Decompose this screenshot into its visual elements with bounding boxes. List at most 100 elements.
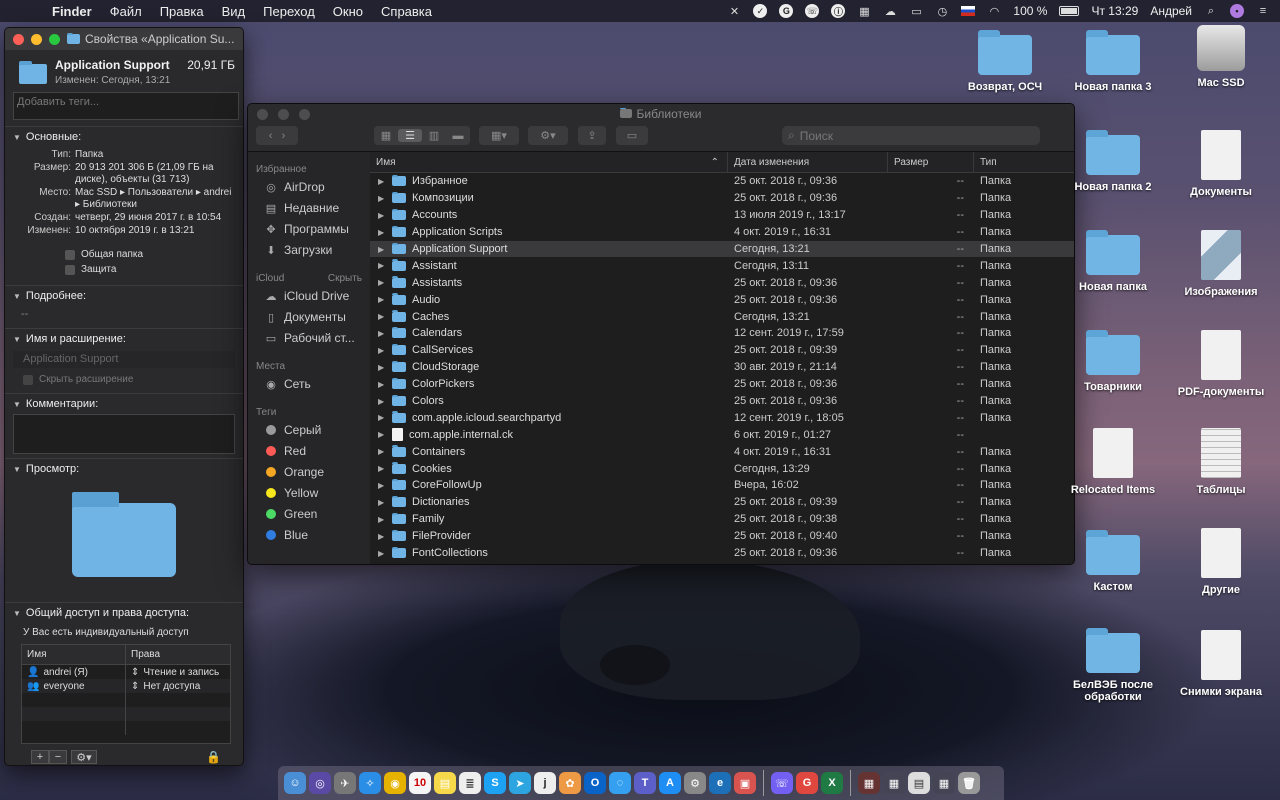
- disclosure-right-icon[interactable]: ▶: [378, 261, 386, 270]
- file-row[interactable]: ▶ Assistants 25 окт. 2018 г., 09:36 -- Папка: [370, 274, 1074, 291]
- sidebar-item-applications[interactable]: ✥ Программы: [248, 219, 370, 240]
- column-privilege[interactable]: Права: [126, 649, 160, 660]
- outlook-dock-icon[interactable]: O: [584, 772, 606, 794]
- tags-button[interactable]: ▭: [616, 126, 648, 145]
- action-gear-icon[interactable]: ⚙▾: [71, 750, 97, 764]
- app-red-dock-icon[interactable]: ▣: [734, 772, 756, 794]
- recent-item-2-dock-icon[interactable]: ▦: [883, 772, 905, 794]
- file-row[interactable]: ▶ Audio 25 окт. 2018 г., 09:36 -- Папка: [370, 291, 1074, 308]
- disclosure-right-icon[interactable]: ▶: [378, 228, 386, 237]
- disclosure-right-icon[interactable]: ▶: [378, 329, 386, 338]
- permission-value[interactable]: Нет доступа: [143, 681, 200, 692]
- general-toggle[interactable]: ▼ Основные:: [13, 131, 235, 143]
- disclosure-right-icon[interactable]: ▶: [378, 464, 386, 473]
- file-row[interactable]: ▶ Containers 4 окт. 2019 г., 16:31 -- Папка: [370, 443, 1074, 460]
- comments-toggle[interactable]: ▼ Комментарии:: [13, 398, 235, 410]
- grammarly-dock-icon[interactable]: G: [796, 772, 818, 794]
- sidebar-tag-gray[interactable]: Серый: [248, 420, 370, 441]
- column-header-size[interactable]: Размер: [888, 152, 974, 172]
- hide-extension-checkbox[interactable]: Скрыть расширение: [23, 374, 235, 385]
- desktop-item-new-folder-3[interactable]: Новая папка 3: [1058, 30, 1168, 93]
- hide-icloud-button[interactable]: Скрыть: [328, 273, 362, 284]
- teams-dock-icon[interactable]: T: [634, 772, 656, 794]
- disclosure-right-icon[interactable]: ▶: [378, 278, 386, 287]
- disclosure-right-icon[interactable]: ▶: [378, 346, 386, 355]
- wifi-icon[interactable]: ◠: [987, 4, 1001, 18]
- file-row[interactable]: ▶ Family 25 окт. 2018 г., 09:38 -- Папка: [370, 511, 1074, 528]
- permission-row[interactable]: 👥 everyone ⇕ Нет доступа: [22, 679, 230, 693]
- input-source-flag-icon[interactable]: [961, 6, 976, 16]
- file-row[interactable]: ▶ Colors 25 окт. 2018 г., 09:36 -- Папка: [370, 393, 1074, 410]
- skype-dock-icon[interactable]: S: [484, 772, 506, 794]
- file-row[interactable]: ▶ CloudStorage 30 авг. 2019 г., 21:14 -- Пап…: [370, 359, 1074, 376]
- system-preferences-dock-icon[interactable]: ⚙: [684, 772, 706, 794]
- disclosure-right-icon[interactable]: ▶: [378, 397, 386, 406]
- file-row[interactable]: ▶ Accounts 13 июля 2019 г., 13:17 -- Папка: [370, 207, 1074, 224]
- minimize-button[interactable]: [31, 33, 42, 45]
- share-button[interactable]: ⇪: [578, 126, 606, 145]
- airplay-icon[interactable]: ▭: [909, 4, 923, 18]
- viber-icon[interactable]: ☏: [805, 4, 820, 18]
- file-row[interactable]: ▶ ColorPickers 25 окт. 2018 г., 09:36 -- Пап…: [370, 376, 1074, 393]
- recent-item-3-dock-icon[interactable]: ▤: [908, 772, 930, 794]
- file-row[interactable]: ▶ Избранное 25 окт. 2018 г., 09:36 -- Папка: [370, 173, 1074, 190]
- sidebar-item-documents[interactable]: ▯ Документы: [248, 307, 370, 328]
- disclosure-right-icon[interactable]: ▶: [378, 549, 386, 558]
- action-button[interactable]: ⚙▾: [528, 126, 568, 145]
- file-row[interactable]: ▶ Cookies Сегодня, 13:29 -- Папка: [370, 460, 1074, 477]
- file-row[interactable]: ▶ CoreFollowUp Вчера, 16:02 -- Папка: [370, 477, 1074, 494]
- file-row[interactable]: ▶ Calendars 12 сент. 2019 г., 17:59 -- Папка: [370, 325, 1074, 342]
- menu-edit[interactable]: Правка: [160, 4, 204, 19]
- disclosure-right-icon[interactable]: ▶: [378, 177, 386, 186]
- siri-dock-icon[interactable]: ◎: [309, 772, 331, 794]
- menu-file[interactable]: Файл: [110, 4, 142, 19]
- edge-dock-icon[interactable]: e: [709, 772, 731, 794]
- file-row[interactable]: ▶ FileProvider 25 окт. 2018 г., 09:40 -- Пап…: [370, 528, 1074, 545]
- grammarly-icon[interactable]: G: [779, 4, 794, 18]
- group-by-button[interactable]: ▦▾: [479, 126, 519, 145]
- disclosure-right-icon[interactable]: ▶: [378, 312, 386, 321]
- tools-icon[interactable]: ✕: [727, 4, 741, 18]
- file-row[interactable]: ▶ Caches Сегодня, 13:21 -- Папка: [370, 308, 1074, 325]
- file-row[interactable]: ▶ Композиции 25 окт. 2018 г., 09:36 -- Папка: [370, 190, 1074, 207]
- sidebar-item-airdrop[interactable]: ◎ AirDrop: [248, 177, 370, 198]
- telegram-dock-icon[interactable]: ➤: [509, 772, 531, 794]
- disclosure-right-icon[interactable]: ▶: [378, 447, 386, 456]
- spotlight-search-icon[interactable]: ⌕: [1204, 4, 1218, 18]
- battery-icon[interactable]: [1059, 6, 1080, 16]
- menu-finder[interactable]: Finder: [52, 4, 92, 19]
- file-row[interactable]: ▶ com.apple.icloud.searchpartyd 12 сент. 2…: [370, 409, 1074, 426]
- name-extension-toggle[interactable]: ▼ Имя и расширение:: [13, 333, 235, 345]
- sidebar-item-recents[interactable]: ▤ Недавние: [248, 198, 370, 219]
- close-button[interactable]: [13, 33, 24, 45]
- siri-icon[interactable]: •: [1230, 4, 1244, 18]
- photos-dock-icon[interactable]: ✿: [559, 772, 581, 794]
- stepper-icon[interactable]: ⇕: [131, 681, 139, 692]
- disclosure-right-icon[interactable]: ▶: [378, 211, 386, 220]
- trash-dock-icon[interactable]: 🗑: [958, 772, 980, 794]
- menu-help[interactable]: Справка: [381, 4, 432, 19]
- disclosure-right-icon[interactable]: ▶: [378, 413, 386, 422]
- disclosure-right-icon[interactable]: ▶: [378, 481, 386, 490]
- chrome-dock-icon[interactable]: ◉: [384, 772, 406, 794]
- file-row[interactable]: ▶ FontCollections 25 окт. 2018 г., 09:36 --…: [370, 545, 1074, 562]
- disclosure-right-icon[interactable]: ▶: [378, 295, 386, 304]
- menu-window[interactable]: Окно: [333, 4, 363, 19]
- finder-dock-icon[interactable]: ☺: [284, 772, 306, 794]
- sidebar-item-network[interactable]: ◉ Сеть: [248, 374, 370, 395]
- preview-toggle[interactable]: ▼ Просмотр:: [13, 463, 235, 475]
- desktop-item-custom[interactable]: Кастом: [1058, 530, 1168, 593]
- safari-dock-icon[interactable]: ✧: [359, 772, 381, 794]
- desktop-item-mac-ssd[interactable]: Mac SSD: [1166, 25, 1276, 89]
- file-row[interactable]: ▶ Application Scripts 4 окт. 2019 г., 16:3…: [370, 224, 1074, 241]
- file-row[interactable]: ▶ CallServices 25 окт. 2018 г., 09:39 -- Пап…: [370, 342, 1074, 359]
- calendar-dock-icon[interactable]: 10: [409, 772, 431, 794]
- launchpad-dock-icon[interactable]: ✈: [334, 772, 356, 794]
- column-name[interactable]: Имя: [22, 645, 126, 664]
- app-j-dock-icon[interactable]: j: [534, 772, 556, 794]
- disclosure-right-icon[interactable]: ▶: [378, 430, 386, 439]
- reminders-dock-icon[interactable]: ≣: [459, 772, 481, 794]
- lock-icon[interactable]: 🔒: [206, 750, 221, 764]
- calendar-icon[interactable]: ▦: [857, 4, 871, 18]
- menu-go[interactable]: Переход: [263, 4, 315, 19]
